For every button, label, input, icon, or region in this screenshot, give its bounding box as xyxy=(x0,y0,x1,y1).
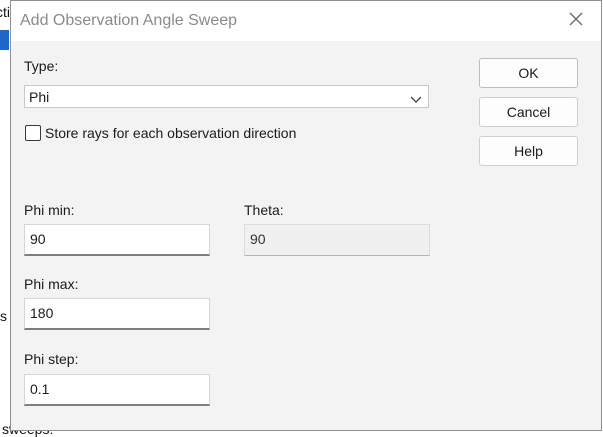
type-label: Type: xyxy=(24,58,59,74)
background-selection-strip xyxy=(0,30,9,50)
ok-button[interactable]: OK xyxy=(479,58,578,88)
close-icon[interactable] xyxy=(567,10,585,28)
cancel-button[interactable]: Cancel xyxy=(479,97,578,127)
phi-min-label: Phi min: xyxy=(24,202,75,218)
phi-step-label: Phi step: xyxy=(24,351,79,367)
type-select[interactable]: Phi xyxy=(24,85,429,108)
title-bar: Add Observation Angle Sweep xyxy=(11,1,601,41)
phi-min-value: 90 xyxy=(30,231,46,247)
phi-max-value: 180 xyxy=(30,305,54,321)
phi-step-value: 0.1 xyxy=(30,381,50,397)
background-text-mid: s xyxy=(0,308,7,324)
background-text-top: cti xyxy=(0,4,10,20)
phi-max-field[interactable]: 180 xyxy=(24,298,210,330)
phi-max-label: Phi max: xyxy=(24,276,79,292)
type-select-value: Phi xyxy=(29,89,50,105)
theta-label: Theta: xyxy=(244,202,284,218)
chevron-down-icon xyxy=(410,92,422,103)
store-rays-label: Store rays for each observation directio… xyxy=(45,125,297,141)
help-button[interactable]: Help xyxy=(479,136,578,166)
dialog-title: Add Observation Angle Sweep xyxy=(20,12,238,29)
theta-field: 90 xyxy=(244,224,430,256)
theta-value: 90 xyxy=(250,231,266,247)
phi-min-field[interactable]: 90 xyxy=(24,224,210,256)
phi-step-field[interactable]: 0.1 xyxy=(24,374,210,406)
add-observation-angle-sweep-dialog: Add Observation Angle Sweep Type: Phi St… xyxy=(10,0,602,431)
store-rays-checkbox[interactable] xyxy=(25,125,41,141)
